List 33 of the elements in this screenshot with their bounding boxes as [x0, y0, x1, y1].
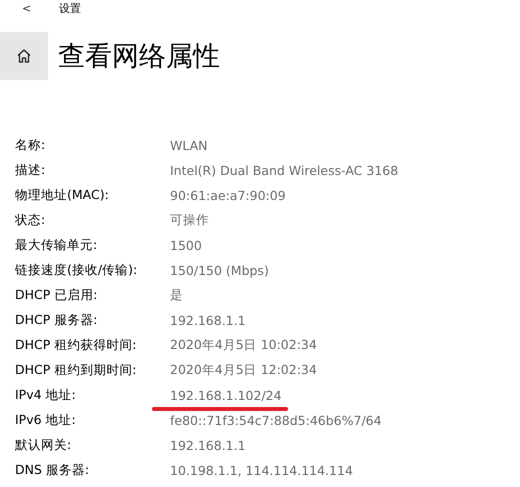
property-value: 192.168.1.1: [170, 438, 246, 453]
property-value: 192.168.1.1: [170, 313, 246, 328]
property-label: 默认网关:: [14, 437, 72, 454]
page-title: 查看网络属性: [58, 40, 220, 74]
property-label: DHCP 租约到期时间:: [14, 362, 138, 379]
property-value: Intel(R) Dual Band Wireless-AC 3168: [170, 163, 398, 178]
home-button[interactable]: [0, 32, 48, 80]
property-label: 状态:: [14, 212, 46, 229]
back-button[interactable]: <: [22, 2, 32, 15]
property-value: WLAN: [170, 138, 208, 153]
property-value: 90:61:ae:a7:90:09: [170, 188, 286, 203]
property-label: IPv4 地址:: [14, 387, 77, 404]
property-label: 物理地址(MAC):: [14, 187, 110, 204]
property-value: 可操作: [170, 212, 209, 229]
property-label: DHCP 服务器:: [14, 312, 98, 329]
property-label: 链接速度(接收/传输):: [14, 262, 138, 279]
property-label: 最大传输单元:: [14, 237, 98, 254]
property-value: fe80::71f3:54c7:88d5:46b6%7/64: [170, 413, 382, 428]
property-value: 10.198.1.1, 114.114.114.114: [170, 463, 353, 478]
home-icon: [16, 48, 32, 64]
property-value: 150/150 (Mbps): [170, 263, 269, 278]
property-value: 192.168.1.102/24: [170, 388, 282, 403]
property-value: 1500: [170, 238, 202, 253]
property-label: 名称:: [14, 137, 46, 154]
nav-title: 设置: [59, 1, 82, 16]
property-value: 2020年4月5日 10:02:34: [170, 337, 317, 354]
property-label: DHCP 已启用:: [14, 287, 98, 304]
property-label: IPv6 地址:: [14, 412, 77, 429]
property-label: DNS 服务器:: [14, 462, 90, 479]
property-value: 是: [170, 287, 183, 304]
property-value: 2020年4月5日 12:02:34: [170, 362, 317, 379]
property-label: DHCP 租约获得时间:: [14, 337, 138, 354]
property-label: 描述:: [14, 162, 46, 179]
